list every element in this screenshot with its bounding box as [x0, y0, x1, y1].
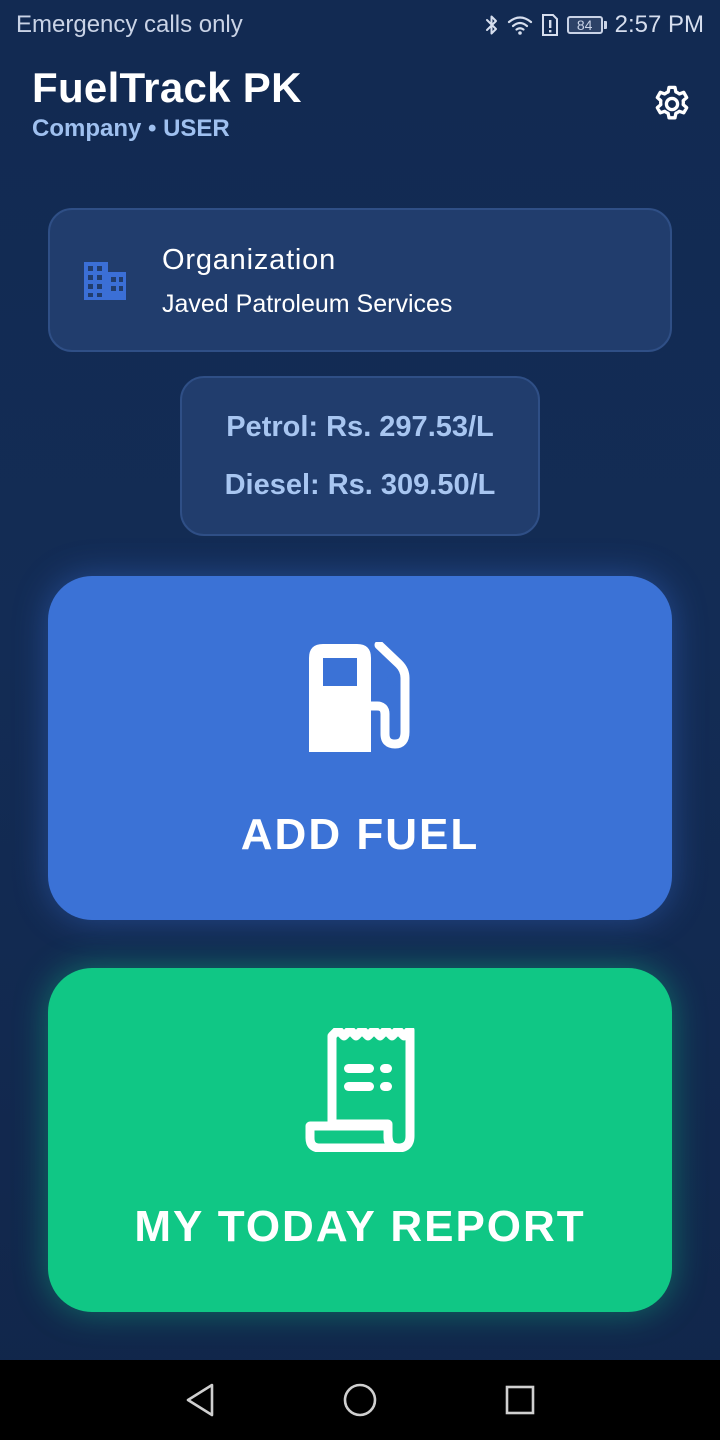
home-button[interactable] — [340, 1380, 380, 1420]
status-icons: 84 2:57 PM — [485, 11, 704, 39]
fuel-pump-icon — [309, 640, 411, 757]
diesel-price: Diesel: Rs. 309.50/L — [224, 469, 496, 501]
app-title: FuelTrack PK — [32, 64, 302, 111]
wifi-icon — [507, 15, 533, 35]
bluetooth-icon — [485, 14, 499, 36]
add-fuel-button[interactable]: ADD FUEL — [48, 576, 672, 920]
add-fuel-label: ADD FUEL — [240, 810, 480, 859]
home-icon[interactable] — [342, 1382, 378, 1418]
organization-label: Organization — [162, 244, 337, 276]
back-icon[interactable] — [184, 1383, 216, 1417]
today-report-label: MY TODAY REPORT — [134, 1202, 586, 1251]
status-time: 2:57 PM — [614, 11, 704, 38]
back-button[interactable] — [180, 1380, 220, 1420]
alert-icon — [541, 14, 559, 36]
recents-button[interactable] — [500, 1380, 540, 1420]
organization-name: Javed Patroleum Services — [162, 290, 453, 318]
recents-icon[interactable] — [504, 1384, 536, 1416]
gear-icon[interactable] — [651, 83, 693, 125]
settings-button[interactable] — [650, 82, 694, 126]
battery-level: 84 — [566, 16, 603, 34]
carrier-text: Emergency calls only — [16, 11, 243, 38]
fuel-price-card: Petrol: Rs. 297.53/L Diesel: Rs. 309.50/… — [180, 376, 540, 536]
battery-icon: 84 — [566, 16, 607, 34]
building-icon — [84, 262, 126, 305]
app-subtitle: Company • USER — [32, 115, 230, 142]
status-bar: Emergency calls only 84 2:57 PM — [0, 0, 720, 50]
petrol-price: Petrol: Rs. 297.53/L — [226, 411, 494, 443]
today-report-button[interactable]: MY TODAY REPORT — [48, 968, 672, 1312]
navigation-bar — [0, 1360, 720, 1440]
receipt-icon — [304, 1025, 416, 1157]
organization-card: Organization Javed Patroleum Services — [48, 208, 672, 352]
